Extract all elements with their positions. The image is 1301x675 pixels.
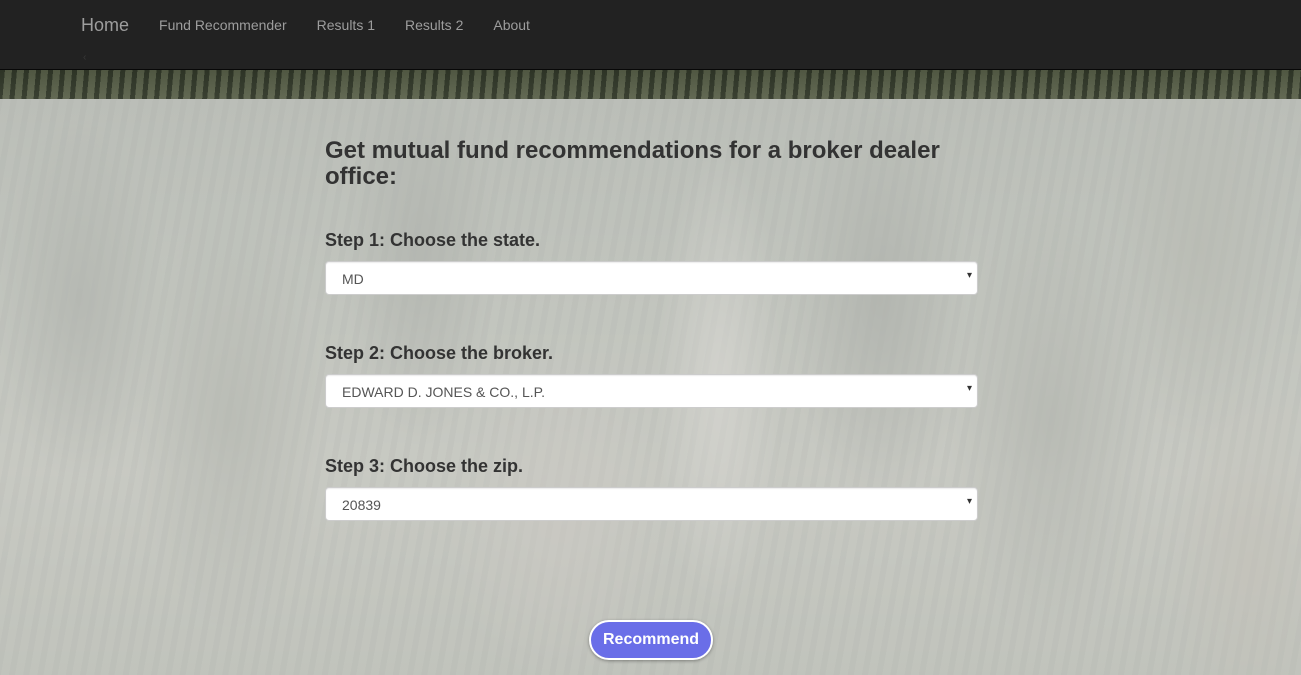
chevron-down-icon: ▾	[966, 496, 972, 507]
nav-link-about[interactable]: About	[493, 17, 530, 33]
recommend-button[interactable]: Recommend	[589, 620, 713, 660]
navbar: Home Fund Recommender Results 1 Results …	[0, 0, 1301, 70]
nav-home-link[interactable]: Home	[81, 15, 129, 36]
page-title: Get mutual fund recommendations for a br…	[325, 137, 940, 190]
broker-select[interactable]: EDWARD D. JONES & CO., L.P. ▾	[325, 374, 978, 408]
nav-link-results-1[interactable]: Results 1	[317, 17, 375, 33]
state-select-value: MD	[342, 271, 364, 287]
broker-select-value: EDWARD D. JONES & CO., L.P.	[342, 384, 546, 400]
nav-link-results-2[interactable]: Results 2	[405, 17, 463, 33]
step-3-label: Step 3: Choose the zip.	[325, 456, 524, 476]
chevron-down-icon: ▾	[966, 270, 972, 281]
nav-link-fund-recommender[interactable]: Fund Recommender	[159, 17, 287, 33]
zip-select[interactable]: 20839 ▾	[325, 487, 978, 521]
chevron-down-icon: ▾	[966, 383, 972, 394]
nav-links: Home Fund Recommender Results 1 Results …	[81, 0, 560, 50]
step-2-label: Step 2: Choose the broker.	[325, 343, 554, 363]
state-select[interactable]: MD ▾	[325, 261, 978, 295]
zip-select-value: 20839	[342, 497, 381, 513]
chevron-left-icon: ‹	[83, 52, 87, 63]
forest-background-strip	[0, 69, 1301, 99]
recommendation-form: Get mutual fund recommendations for a br…	[325, 137, 978, 521]
step-1-label: Step 1: Choose the state.	[325, 230, 541, 250]
